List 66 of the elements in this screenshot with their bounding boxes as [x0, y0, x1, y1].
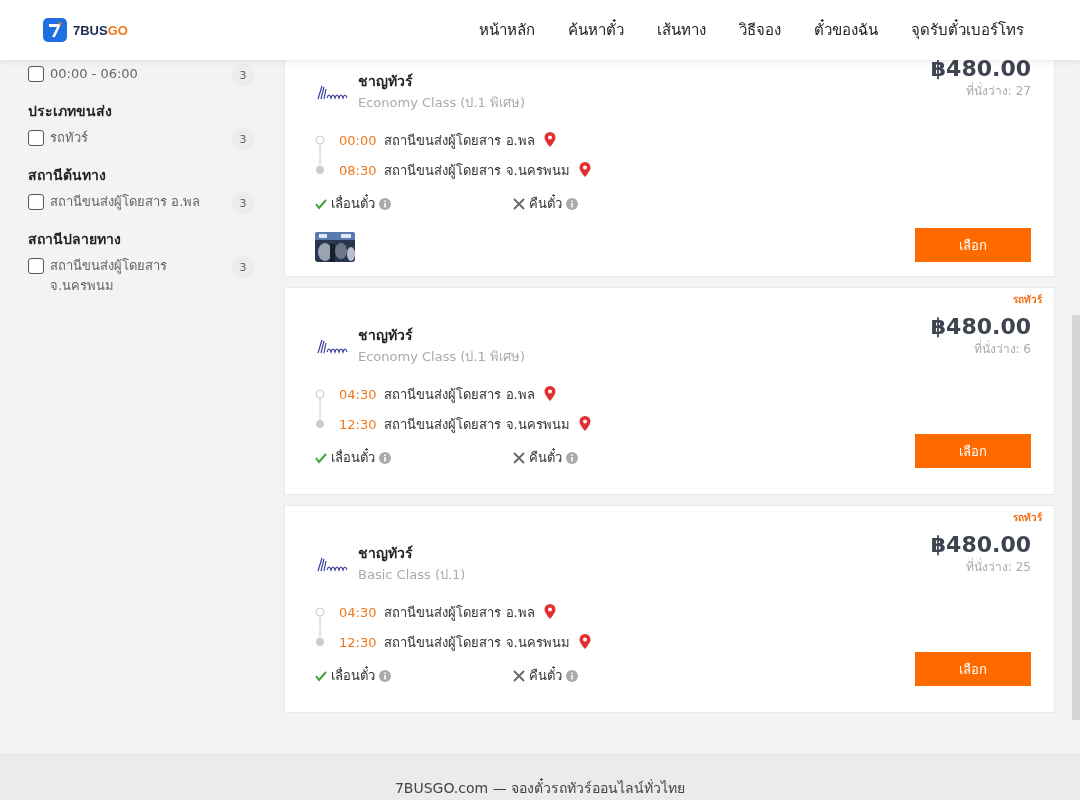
filter-heading: สถานีปลายทาง: [28, 230, 122, 249]
stop-time: 04:30: [339, 386, 377, 402]
station-name: สถานีขนส่งผู้โดยสาร จ.นครพนม: [384, 415, 570, 435]
station-name: สถานีขนส่งผู้โดยสาร จ.นครพนม: [384, 633, 570, 653]
checkbox[interactable]: [28, 258, 44, 274]
policy-label: คืนตั๋ว: [529, 665, 562, 685]
nav-link[interactable]: ค้นหาตั๋ว: [568, 18, 624, 42]
filter-option-label[interactable]: สถานีขนส่งผู้โดยสาร อ.พล: [50, 192, 226, 212]
filter-heading: ประเภทขนส่ง: [28, 102, 113, 121]
stop-time: 08:30: [339, 162, 377, 178]
station-name: สถานีขนส่งผู้โดยสาร จ.นครพนม: [384, 161, 570, 181]
bus-class: Basic Class (ป.1): [358, 566, 466, 584]
checkbox[interactable]: [28, 66, 44, 82]
filter-option-label[interactable]: สถานีขนส่งผู้โดยสาร จ.นครพนม: [50, 256, 226, 296]
vehicle-tag: รถทัวร์: [1013, 510, 1042, 525]
count-badge: 3: [232, 128, 254, 150]
nav-link[interactable]: หน้าหลัก: [479, 18, 535, 42]
station-name: สถานีขนส่งผู้โดยสาร อ.พล: [384, 603, 535, 623]
policy-label: เลื่อนตั๋ว: [331, 665, 375, 685]
policy-label: คืนตั๋ว: [529, 447, 562, 467]
seats-available: ที่นั่งว่าง: 6: [973, 339, 1031, 358]
station-name: สถานีขนส่งผู้โดยสาร อ.พล: [384, 131, 535, 151]
footer-text: 7BUSGO.com — จองตั๋วรถทัวร์ออนไลน์ทั่วไทย: [394, 777, 686, 798]
count-badge: 3: [232, 192, 254, 214]
stop-time: 12:30: [339, 416, 377, 432]
vehicle-tag: รถทัวร์: [1013, 292, 1042, 307]
nav-link[interactable]: ตั๋วของฉัน: [814, 18, 878, 42]
filter-option-label[interactable]: รถทัวร์: [50, 128, 226, 148]
seats-available: ที่นั่งว่าง: 27: [965, 81, 1031, 100]
nav-link[interactable]: จุดรับตั๋วเบอร์โทร: [911, 18, 1024, 42]
price: ฿480.00: [930, 56, 1031, 81]
timeline-icon: [315, 389, 325, 429]
logo-icon[interactable]: [43, 18, 67, 42]
seats-available: ที่นั่งว่าง: 25: [965, 557, 1031, 576]
policy-label: เลื่อนตั๋ว: [331, 447, 375, 467]
operator-name: ชาญทัวร์: [358, 72, 414, 92]
timeline-icon: [315, 135, 325, 175]
logo-text[interactable]: 7BUSGO: [73, 22, 128, 38]
count-badge: 3: [232, 256, 254, 278]
map-pin-icon[interactable]: [577, 633, 592, 651]
map-pin-icon[interactable]: [577, 161, 592, 179]
operator-name: ชาญทัวร์: [358, 544, 414, 564]
stop-time: 12:30: [339, 634, 377, 650]
scrollbar-thumb[interactable]: [1072, 315, 1080, 720]
policy-label: คืนตั๋ว: [529, 193, 562, 213]
nav-link[interactable]: เส้นทาง: [657, 18, 706, 42]
map-pin-icon[interactable]: [542, 603, 557, 621]
timeline-icon: [315, 607, 325, 647]
operator-name: ชาญทัวร์: [358, 326, 414, 346]
map-pin-icon[interactable]: [542, 131, 557, 149]
station-name: สถานีขนส่งผู้โดยสาร อ.พล: [384, 385, 535, 405]
bus-class: Economy Class (ป.1 พิเศษ): [358, 348, 525, 366]
policy-label: เลื่อนตั๋ว: [331, 193, 375, 213]
map-pin-icon[interactable]: [542, 385, 557, 403]
filter-heading: สถานีต้นทาง: [28, 166, 107, 185]
bus-class: Economy Class (ป.1 พิเศษ): [358, 94, 525, 112]
map-pin-icon[interactable]: [577, 415, 592, 433]
stop-time: 00:00: [339, 132, 377, 148]
stop-time: 04:30: [339, 604, 377, 620]
checkbox[interactable]: [28, 130, 44, 146]
count-badge: 3: [232, 64, 254, 86]
checkbox[interactable]: [28, 194, 44, 210]
nav-link[interactable]: วิธีจอง: [739, 18, 781, 42]
price: ฿480.00: [930, 314, 1031, 339]
filter-option-label[interactable]: 00:00 - 06:00: [50, 64, 226, 84]
price: ฿480.00: [930, 532, 1031, 557]
